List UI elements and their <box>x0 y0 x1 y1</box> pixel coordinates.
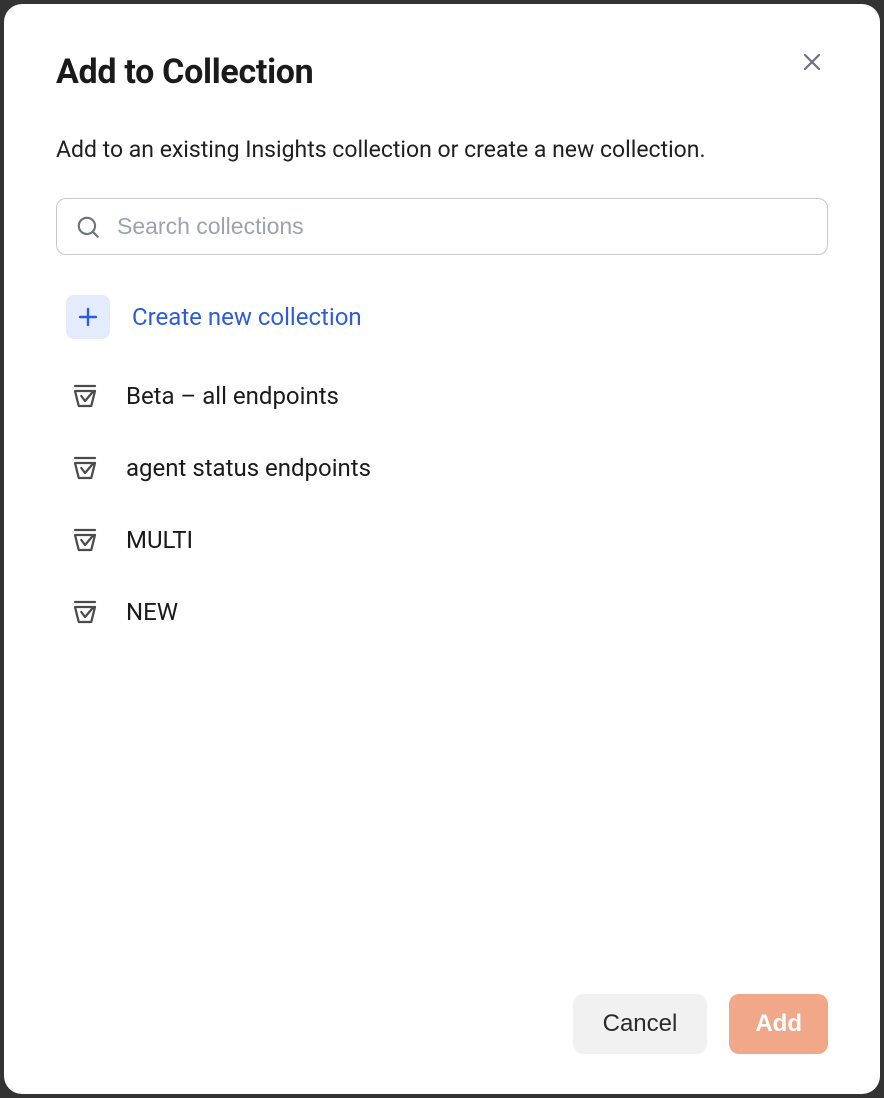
collection-icon <box>70 381 100 411</box>
close-button[interactable] <box>796 46 828 78</box>
modal-subtitle: Add to an existing Insights collection o… <box>56 134 828 166</box>
collection-list: Create new collection Beta – all endpoin… <box>56 295 828 627</box>
cancel-button[interactable]: Cancel <box>573 994 708 1054</box>
modal-header: Add to Collection <box>56 52 828 92</box>
add-to-collection-modal: Add to Collection Add to an existing Ins… <box>4 4 880 1094</box>
create-new-collection[interactable]: Create new collection <box>66 295 828 339</box>
create-new-collection-label: Create new collection <box>132 303 362 331</box>
add-button[interactable]: Add <box>729 994 828 1054</box>
search-field-wrap[interactable] <box>56 198 828 255</box>
collection-item-agent-status[interactable]: agent status endpoints <box>66 453 828 483</box>
collection-item-label: agent status endpoints <box>126 454 371 482</box>
collection-icon <box>70 525 100 555</box>
collection-item-multi[interactable]: MULTI <box>66 525 828 555</box>
collection-item-label: MULTI <box>126 526 193 554</box>
search-icon <box>75 214 101 240</box>
modal-footer: Cancel Add <box>56 994 828 1054</box>
collection-item-new[interactable]: NEW <box>66 597 828 627</box>
collection-item-beta[interactable]: Beta – all endpoints <box>66 381 828 411</box>
collection-icon <box>70 597 100 627</box>
search-input[interactable] <box>117 213 809 240</box>
modal-title: Add to Collection <box>56 52 313 92</box>
close-icon <box>800 50 824 74</box>
collection-icon <box>70 453 100 483</box>
plus-icon-box <box>66 295 110 339</box>
collection-item-label: Beta – all endpoints <box>126 382 339 410</box>
collection-item-label: NEW <box>126 598 178 626</box>
plus-icon <box>76 305 100 329</box>
